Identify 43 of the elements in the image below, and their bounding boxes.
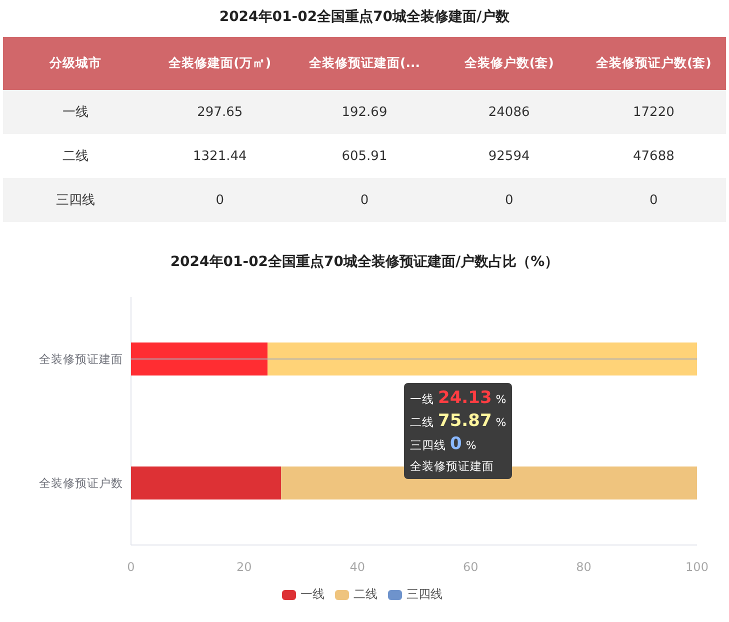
legend-label[interactable]: 一线 xyxy=(300,586,324,603)
tooltip-value: 0 xyxy=(450,434,462,454)
legend-label[interactable]: 二线 xyxy=(354,586,378,603)
tooltip-unit: % xyxy=(496,416,506,429)
tooltip-value: 24.13 xyxy=(438,388,492,408)
table-cell: 1321.44 xyxy=(148,134,292,178)
table-cell: 0 xyxy=(436,178,582,222)
table-cell: 二线 xyxy=(3,134,148,178)
tick-label: 40 xyxy=(350,560,366,574)
tick-label: 0 xyxy=(127,560,135,574)
table-cell: 0 xyxy=(148,178,292,222)
axis-label: 全装修预证建面 xyxy=(39,352,123,366)
tick-label: 20 xyxy=(236,560,252,574)
table-cell: 17220 xyxy=(581,90,726,134)
legend-label[interactable]: 三四线 xyxy=(406,586,442,603)
tooltip-label: 三四线 xyxy=(410,438,446,453)
tooltip-category: 全装修预证建面 xyxy=(410,459,495,474)
tick-label: 60 xyxy=(462,560,478,574)
column-header: 分级城市 xyxy=(3,37,148,90)
column-header: 全装修预证户数(套) xyxy=(581,37,726,90)
table-cell: 192.69 xyxy=(292,90,437,134)
table-cell: 三四线 xyxy=(3,178,148,222)
tooltip-value: 75.87 xyxy=(438,411,492,431)
table-cell: 92594 xyxy=(436,134,582,178)
column-header: 全装修建面(万㎡) xyxy=(148,37,292,90)
table-cell: 297.65 xyxy=(148,90,292,134)
table-cell: 0 xyxy=(581,178,726,222)
tick-label: 80 xyxy=(576,560,592,574)
chart-title: 2024年01-02全国重点70城全装修预证建面/户数占比（%） xyxy=(169,253,560,272)
column-header: 全装修户数(套) xyxy=(436,37,582,90)
table-cell: 24086 xyxy=(436,90,582,134)
page-title: 2024年01-02全国重点70城全装修建面/户数 xyxy=(218,8,511,27)
tick-label: 100 xyxy=(686,560,708,574)
tooltip-label: 二线 xyxy=(410,415,434,430)
table-cell: 一线 xyxy=(3,90,148,134)
tooltip-unit: % xyxy=(496,393,506,406)
axis-label: 全装修预证户数 xyxy=(39,476,123,490)
table-cell: 47688 xyxy=(581,134,726,178)
table-cell: 0 xyxy=(292,178,437,222)
tooltip-label: 一线 xyxy=(410,392,434,407)
table-cell: 605.91 xyxy=(292,134,437,178)
tooltip-unit: % xyxy=(466,439,476,452)
column-header: 全装修预证建面(... xyxy=(292,37,437,90)
